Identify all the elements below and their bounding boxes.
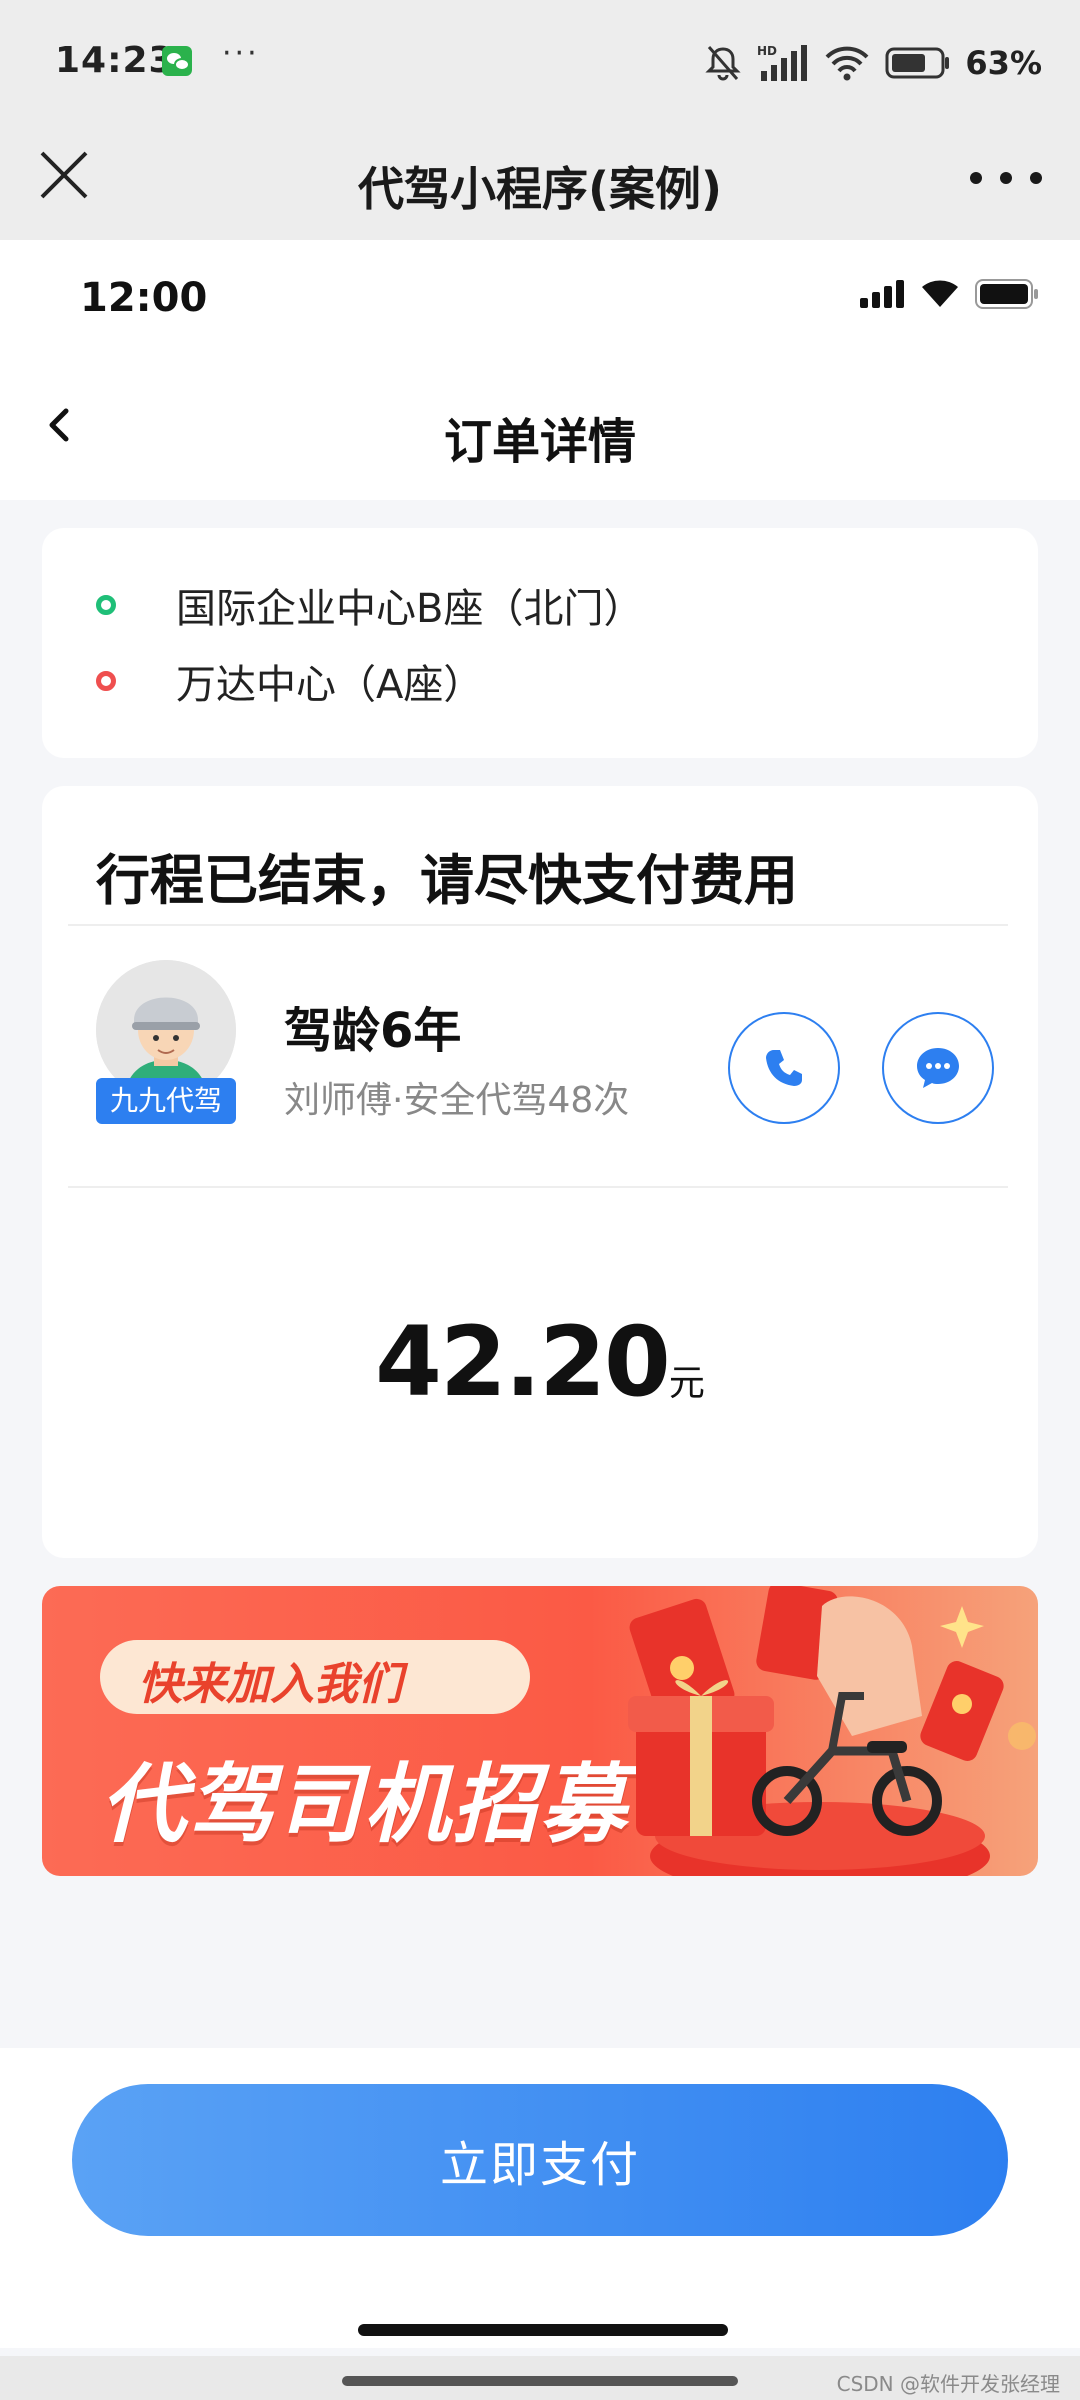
mini-program-title: 代驾小程序(案例) [357,162,723,216]
pay-now-button[interactable]: 立即支付 [72,2084,1008,2236]
divider [68,924,1008,926]
mute-bell-icon [705,46,742,81]
message-driver-button[interactable] [882,1012,994,1124]
page-header: 12:00 订单详情 [0,240,1080,500]
battery-percent: 63% [965,44,1042,82]
signal-icon: HD [757,44,808,81]
call-driver-button[interactable] [728,1012,840,1124]
banner-subtitle: 快来加入我们 [138,1659,402,1710]
avatar-brand-tag: 九九代驾 [96,1078,236,1124]
trip-status: 行程已结束，请尽快支付费用 [96,849,798,912]
home-indicator[interactable] [358,2324,728,2336]
banner-title: 代驾司机招募 [100,1755,628,1855]
mini-program-nav-bar: 代驾小程序(案例) [0,125,1080,240]
driver-years: 驾龄6年 [284,1003,462,1059]
route-card: 国际企业中心B座（北门） 万达中心（A座） [42,528,1038,758]
more-icon[interactable] [970,153,1042,203]
network-type-label: HD [757,44,777,58]
system-time: 14:23 [55,40,175,81]
system-status-icons: HD 63% [703,38,1042,88]
recruit-banner[interactable]: 快来加入我们 代驾司机招募 [42,1586,1038,1876]
inner-status-time: 12:00 [80,275,208,321]
driver-info: 刘师傅·安全代驾48次 [284,1080,630,1121]
price-amount: 42.20 [375,1306,671,1418]
battery-icon [975,279,1038,309]
divider [68,1186,1008,1188]
price-unit: 元 [668,1363,705,1404]
banner-illustration [628,1586,1036,1876]
phone-icon [766,1050,802,1086]
route-end: 万达中心（A座） [96,652,483,710]
page-title: 订单详情 [443,414,636,470]
bottom-action-bar: 立即支付 [0,2048,1080,2348]
watermark: CSDN @软件开发张经理 [836,2372,1060,2396]
route-start: 国际企业中心B座（北门） [96,576,643,634]
battery-icon [885,47,950,79]
end-dot-icon [96,671,116,691]
start-dot-icon [96,595,116,615]
inner-status-icons [860,278,1040,310]
chat-icon [917,1048,959,1088]
system-gesture-handle[interactable] [342,2376,738,2386]
trip-card: 行程已结束，请尽快支付费用 九九代驾 驾龄6年 刘师傅·安全代驾48次 42.2… [42,786,1038,1558]
system-status-bar: 14:23 ··· HD 63% [0,0,1080,125]
wifi-icon [922,280,958,307]
wechat-icon [162,46,192,76]
price-display: 42.20元 [42,1306,1038,1418]
notification-more-icon: ··· [222,36,260,71]
signal-icon [860,280,904,308]
wifi-icon [825,46,869,81]
end-address: 万达中心（A座） [176,662,484,708]
start-address: 国际企业中心B座（北门） [176,586,644,632]
